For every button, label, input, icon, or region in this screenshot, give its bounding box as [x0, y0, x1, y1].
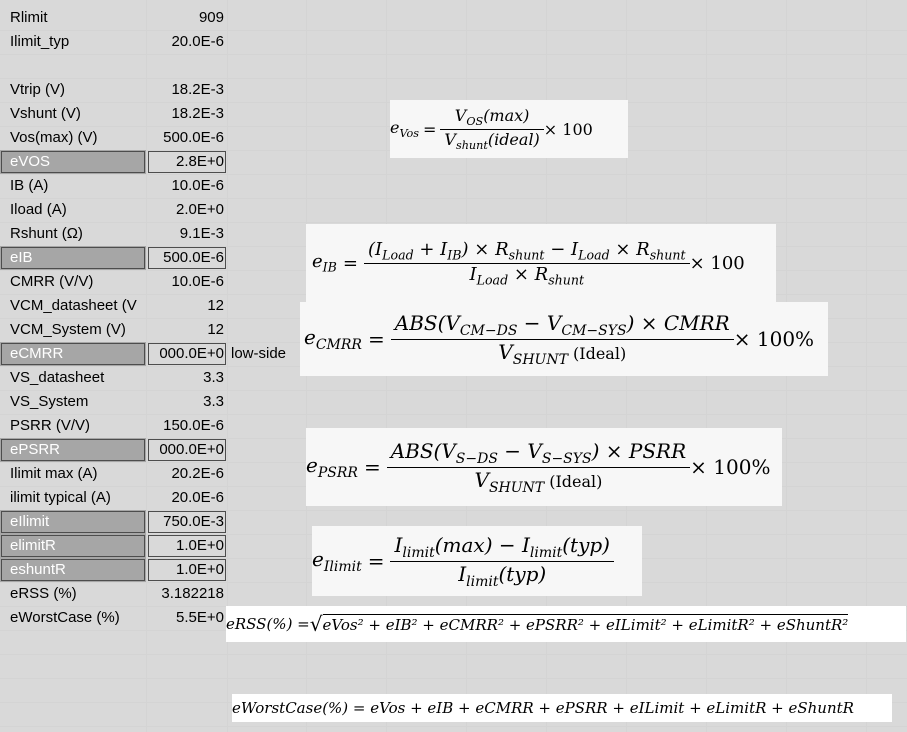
formula-fraction: (ILoad + IIB) × Rshunt − ILoad × Rshunt …: [363, 239, 690, 287]
formula-multiplier: × 100%: [690, 455, 771, 479]
row-value-cell[interactable]: 2.8E+0: [147, 150, 227, 174]
row-label-cell[interactable]: Rshunt (Ω): [0, 222, 146, 246]
row-value-cell[interactable]: 9.1E-3: [147, 222, 227, 246]
row-gridline: [0, 678, 907, 679]
row-gridline: [0, 654, 907, 655]
formula-multiplier: × 100: [689, 252, 745, 274]
row-label-cell[interactable]: Ilimit max (A): [0, 462, 146, 486]
row-value-cell[interactable]: [147, 54, 227, 78]
row-value-cell[interactable]: 3.3: [147, 366, 227, 390]
row-label-cell[interactable]: VS_datasheet: [0, 366, 146, 390]
row-value-cell[interactable]: 3.3: [147, 390, 227, 414]
formula-multiplier: × 100%: [733, 327, 815, 351]
row-value-cell[interactable]: 10.0E-6: [147, 270, 227, 294]
row-label-cell[interactable]: Vos(max) (V): [0, 126, 146, 150]
row-label-cell[interactable]: [0, 54, 146, 78]
row-gridline: [0, 726, 907, 727]
formula-eib: eIB = (ILoad + IIB) × Rshunt − ILoad × R…: [306, 224, 776, 302]
row-value-cell[interactable]: 5.5E+0: [147, 606, 227, 630]
formula-erss: eRSS(%) = √ eVos² + eIB² + eCMRR² + ePSR…: [226, 606, 906, 642]
row-label-cell[interactable]: eRSS (%): [0, 582, 146, 606]
formula-evos: eVos = VOS(max) Vshunt(ideal) × 100: [390, 100, 628, 158]
row-label-cell[interactable]: Iload (A): [0, 198, 146, 222]
row-value-cell[interactable]: 3.182218: [147, 582, 227, 606]
row-label-cell[interactable]: VCM_datasheet (V: [0, 294, 146, 318]
row-label-cell[interactable]: Vshunt (V): [0, 102, 146, 126]
formula-epsrr: ePSRR = ABS(VS−DS − VS−SYS) × PSRR VSHUN…: [306, 428, 782, 506]
row-label-cell[interactable]: Ilimit_typ: [0, 30, 146, 54]
row-label-cell[interactable]: VS_System: [0, 390, 146, 414]
row-label-cell[interactable]: VCM_System (V): [0, 318, 146, 342]
row-label-cell[interactable]: ilimit typical (A): [0, 486, 146, 510]
row-value-cell[interactable]: 20.0E-6: [147, 486, 227, 510]
row-label-cell[interactable]: eCMRR: [0, 342, 146, 366]
row-value-cell[interactable]: 18.2E-3: [147, 78, 227, 102]
row-value-cell[interactable]: 000.0E+0: [147, 438, 227, 462]
row-value-cell[interactable]: 1.0E+0: [147, 534, 227, 558]
formula-multiplier: × 100: [543, 119, 593, 139]
row-label-cell[interactable]: CMRR (V/V): [0, 270, 146, 294]
formula-fraction: VOS(max) Vshunt(ideal): [440, 106, 544, 152]
row-label-cell[interactable]: eIlimit: [0, 510, 146, 534]
row-value-cell[interactable]: 20.2E-6: [147, 462, 227, 486]
formula-eworstcase: eWorstCase(%) = eVos + eIB + eCMRR + ePS…: [232, 694, 892, 722]
formula-fraction: ABS(VCM−DS − VCM−SYS) × CMRR VSHUNT (Ide…: [390, 311, 734, 368]
row-note-cell[interactable]: low-side: [228, 342, 286, 366]
row-value-cell[interactable]: 12: [147, 294, 227, 318]
row-label-cell[interactable]: eWorstCase (%): [0, 606, 146, 630]
row-value-cell[interactable]: 000.0E+0: [147, 342, 227, 366]
row-value-cell[interactable]: 750.0E-3: [147, 510, 227, 534]
row-value-cell[interactable]: 1.0E+0: [147, 558, 227, 582]
formula-ecmrr: eCMRR = ABS(VCM−DS − VCM−SYS) × CMRR VSH…: [300, 302, 828, 376]
row-value-cell[interactable]: 500.0E-6: [147, 246, 227, 270]
formula-fraction: ABS(VS−DS − VS−SYS) × PSRR VSHUNT (Ideal…: [386, 439, 691, 496]
formula-fraction: Ilimit(max) − Ilimit(typ) Ilimit(typ): [390, 533, 614, 590]
row-label-cell[interactable]: ePSRR: [0, 438, 146, 462]
row-label-cell[interactable]: eshuntR: [0, 558, 146, 582]
row-value-cell[interactable]: 909: [147, 6, 227, 30]
row-value-cell[interactable]: 2.0E+0: [147, 198, 227, 222]
row-value-cell[interactable]: 18.2E-3: [147, 102, 227, 126]
row-label-cell[interactable]: Vtrip (V): [0, 78, 146, 102]
row-value-cell[interactable]: 500.0E-6: [147, 126, 227, 150]
row-label-cell[interactable]: Rlimit: [0, 6, 146, 30]
row-value-cell[interactable]: 10.0E-6: [147, 174, 227, 198]
formula-lhs: eVos: [390, 117, 419, 141]
row-label-cell[interactable]: PSRR (V/V): [0, 414, 146, 438]
formula-eilimit: eIlimit = Ilimit(max) − Ilimit(typ) Ilim…: [312, 526, 642, 596]
row-label-cell[interactable]: eVOS: [0, 150, 146, 174]
row-value-cell[interactable]: 20.0E-6: [147, 30, 227, 54]
row-label-cell[interactable]: elimitR: [0, 534, 146, 558]
row-value-cell[interactable]: 12: [147, 318, 227, 342]
row-label-cell[interactable]: IB (A): [0, 174, 146, 198]
row-label-cell[interactable]: eIB: [0, 246, 146, 270]
row-value-cell[interactable]: 150.0E-6: [147, 414, 227, 438]
